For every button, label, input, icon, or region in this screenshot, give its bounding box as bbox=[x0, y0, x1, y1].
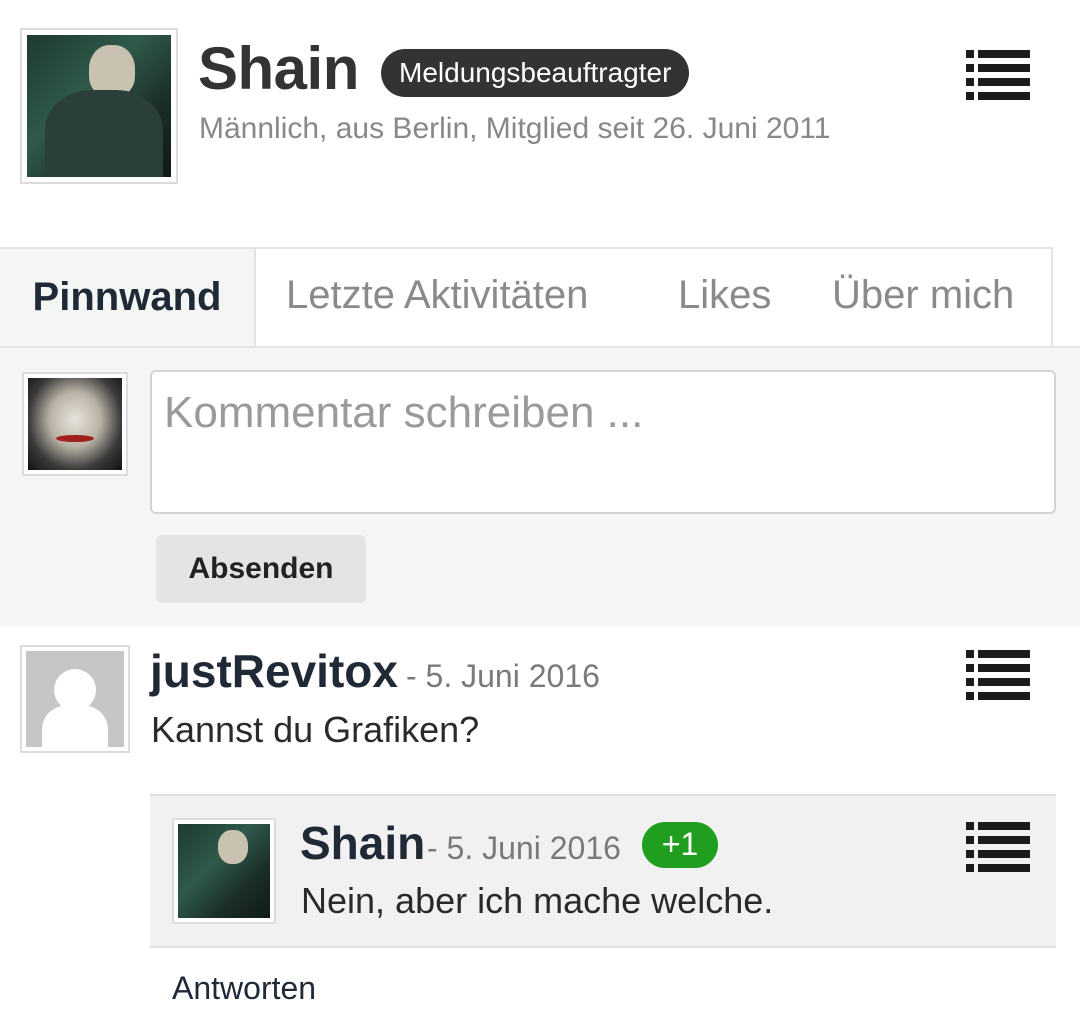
current-user-avatar bbox=[22, 372, 128, 476]
tab-likes[interactable]: Likes bbox=[678, 247, 771, 347]
post-author-name[interactable]: justRevitox bbox=[150, 644, 398, 698]
reply-text: Nein, aber ich mache welche. bbox=[301, 880, 774, 921]
reply-date: - 5. Juni 2016 bbox=[427, 830, 621, 866]
reply-author-name[interactable]: Shain bbox=[300, 816, 425, 870]
reply-author-avatar[interactable] bbox=[172, 818, 276, 924]
post-author-avatar[interactable] bbox=[20, 645, 130, 753]
reply-menu-icon[interactable] bbox=[966, 822, 1030, 874]
profile-meta: Männlich, aus Berlin, Mitglied seit 26. … bbox=[199, 112, 831, 145]
submit-button[interactable]: Absenden bbox=[156, 535, 366, 603]
reply-link[interactable]: Antworten bbox=[172, 970, 316, 1007]
post-date: - 5. Juni 2016 bbox=[406, 658, 600, 694]
like-count-badge[interactable]: +1 bbox=[642, 822, 718, 868]
role-badge: Meldungsbeauftragter bbox=[381, 49, 690, 97]
tab-ueber-mich[interactable]: Über mich bbox=[832, 247, 1014, 347]
profile-username: Shain bbox=[198, 35, 359, 102]
post-text: Kannst du Grafiken? bbox=[151, 709, 480, 750]
profile-avatar[interactable] bbox=[20, 28, 178, 184]
post-menu-icon[interactable] bbox=[966, 650, 1030, 702]
comment-input[interactable] bbox=[150, 370, 1056, 514]
tab-pinnwand[interactable]: Pinnwand bbox=[0, 247, 256, 347]
profile-menu-icon[interactable] bbox=[966, 50, 1030, 102]
reply-box bbox=[150, 794, 1056, 948]
tab-letzte-aktivitaeten[interactable]: Letzte Aktivitäten bbox=[286, 247, 588, 347]
